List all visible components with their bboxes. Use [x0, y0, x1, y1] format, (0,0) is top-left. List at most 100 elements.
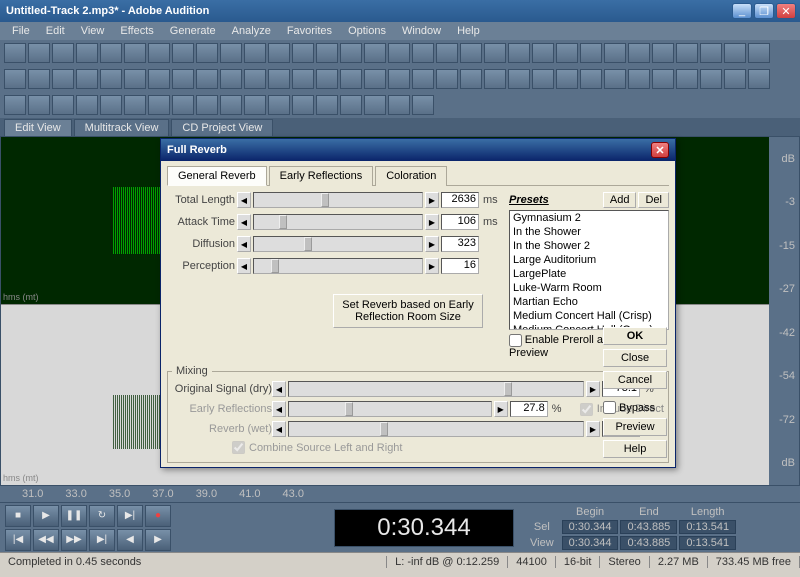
perception-increase[interactable]: ▶: [425, 258, 439, 274]
toolbar-button[interactable]: [388, 69, 410, 89]
dialog-close-button[interactable]: ✕: [651, 142, 669, 158]
toolbar-button[interactable]: [244, 95, 266, 115]
total-length-value[interactable]: 2636: [441, 192, 479, 208]
original-decrease[interactable]: ◀: [272, 381, 286, 397]
perception-value[interactable]: 16: [441, 258, 479, 274]
toolbar-button[interactable]: [364, 95, 386, 115]
toolbar-button[interactable]: [196, 43, 218, 63]
diffusion-decrease[interactable]: ◀: [237, 236, 251, 252]
close-button[interactable]: ✕: [776, 3, 796, 19]
toolbar-button[interactable]: [148, 95, 170, 115]
next-marker-button[interactable]: ▶: [145, 529, 171, 551]
original-increase[interactable]: ▶: [586, 381, 600, 397]
toolbar-button[interactable]: [100, 43, 122, 63]
minimize-button[interactable]: _: [732, 3, 752, 19]
prev-marker-button[interactable]: ◀: [117, 529, 143, 551]
toolbar-button[interactable]: [340, 95, 362, 115]
toolbar-button[interactable]: [268, 43, 290, 63]
toolbar-button[interactable]: [52, 43, 74, 63]
view-length[interactable]: 0:13.541: [679, 536, 736, 550]
preview-button[interactable]: Preview: [603, 418, 667, 436]
time-ruler[interactable]: 31.0 33.0 35.0 37.0 39.0 41.0 43.0: [0, 486, 800, 502]
toolbar-button[interactable]: [556, 43, 578, 63]
toolbar-button[interactable]: [196, 69, 218, 89]
tab-edit-view[interactable]: Edit View: [4, 119, 72, 136]
toolbar-button[interactable]: [724, 43, 746, 63]
total-length-increase[interactable]: ▶: [425, 192, 439, 208]
toolbar-button[interactable]: [244, 43, 266, 63]
toolbar-button[interactable]: [172, 95, 194, 115]
preset-item[interactable]: Large Auditorium: [510, 253, 668, 267]
menu-edit[interactable]: Edit: [38, 23, 73, 39]
diffusion-value[interactable]: 323: [441, 236, 479, 252]
toolbar-button[interactable]: [580, 69, 602, 89]
toolbar-button[interactable]: [76, 43, 98, 63]
menu-analyze[interactable]: Analyze: [224, 23, 279, 39]
toolbar-button[interactable]: [412, 43, 434, 63]
toolbar-button[interactable]: [700, 69, 722, 89]
attack-time-increase[interactable]: ▶: [425, 214, 439, 230]
toolbar-button[interactable]: [388, 95, 410, 115]
toolbar-button[interactable]: [28, 95, 50, 115]
tab-cd-project-view[interactable]: CD Project View: [171, 119, 273, 136]
toolbar-button[interactable]: [268, 69, 290, 89]
toolbar-button[interactable]: [484, 69, 506, 89]
toolbar-button[interactable]: [4, 95, 26, 115]
toolbar-button[interactable]: [532, 43, 554, 63]
toolbar-button[interactable]: [148, 69, 170, 89]
sel-length[interactable]: 0:13.541: [679, 520, 736, 534]
menu-file[interactable]: File: [4, 23, 38, 39]
view-begin[interactable]: 0:30.344: [562, 536, 619, 550]
toolbar-button[interactable]: [100, 69, 122, 89]
toolbar-button[interactable]: [700, 43, 722, 63]
toolbar-button[interactable]: [412, 95, 434, 115]
help-button[interactable]: Help: [603, 440, 667, 458]
enable-preroll-checkbox[interactable]: [509, 334, 522, 347]
tab-coloration[interactable]: Coloration: [375, 166, 447, 186]
record-button[interactable]: ●: [145, 505, 171, 527]
toolbar-button[interactable]: [196, 95, 218, 115]
perception-decrease[interactable]: ◀: [237, 258, 251, 274]
toolbar-button[interactable]: [4, 43, 26, 63]
toolbar-button[interactable]: [292, 69, 314, 89]
reverb-decrease[interactable]: ◀: [272, 421, 286, 437]
toolbar-button[interactable]: [460, 69, 482, 89]
toolbar-button[interactable]: [676, 69, 698, 89]
toolbar-button[interactable]: [124, 69, 146, 89]
preset-item[interactable]: LargePlate: [510, 267, 668, 281]
toolbar-button[interactable]: [364, 43, 386, 63]
sel-begin[interactable]: 0:30.344: [562, 520, 619, 534]
toolbar-button[interactable]: [340, 43, 362, 63]
tab-multitrack-view[interactable]: Multitrack View: [74, 119, 170, 136]
early-increase[interactable]: ▶: [494, 401, 508, 417]
goto-begin-button[interactable]: |◀: [5, 529, 31, 551]
maximize-button[interactable]: ❐: [754, 3, 774, 19]
toolbar-button[interactable]: [604, 43, 626, 63]
titlebar[interactable]: Untitled-Track 2.mp3* - Adobe Audition _…: [0, 0, 800, 22]
dialog-titlebar[interactable]: Full Reverb ✕: [161, 139, 675, 161]
toolbar-button[interactable]: [4, 69, 26, 89]
preset-item[interactable]: In the Shower: [510, 225, 668, 239]
menu-window[interactable]: Window: [394, 23, 449, 39]
toolbar-button[interactable]: [388, 43, 410, 63]
toolbar-button[interactable]: [412, 69, 434, 89]
toolbar-button[interactable]: [100, 95, 122, 115]
toolbar-button[interactable]: [364, 69, 386, 89]
preset-item[interactable]: Luke-Warm Room: [510, 281, 668, 295]
toolbar-button[interactable]: [28, 69, 50, 89]
toolbar-button[interactable]: [508, 43, 530, 63]
toolbar-button[interactable]: [484, 43, 506, 63]
toolbar-button[interactable]: [220, 69, 242, 89]
original-slider[interactable]: [288, 381, 584, 397]
menu-options[interactable]: Options: [340, 23, 394, 39]
attack-time-slider[interactable]: [253, 214, 423, 230]
toolbar-button[interactable]: [172, 69, 194, 89]
toolbar-button[interactable]: [52, 69, 74, 89]
toolbar-button[interactable]: [76, 95, 98, 115]
play-loop-button[interactable]: ↻: [89, 505, 115, 527]
perception-slider[interactable]: [253, 258, 423, 274]
toolbar-button[interactable]: [292, 95, 314, 115]
toolbar-button[interactable]: [580, 43, 602, 63]
ok-button[interactable]: OK: [603, 327, 667, 345]
reverb-slider[interactable]: [288, 421, 584, 437]
